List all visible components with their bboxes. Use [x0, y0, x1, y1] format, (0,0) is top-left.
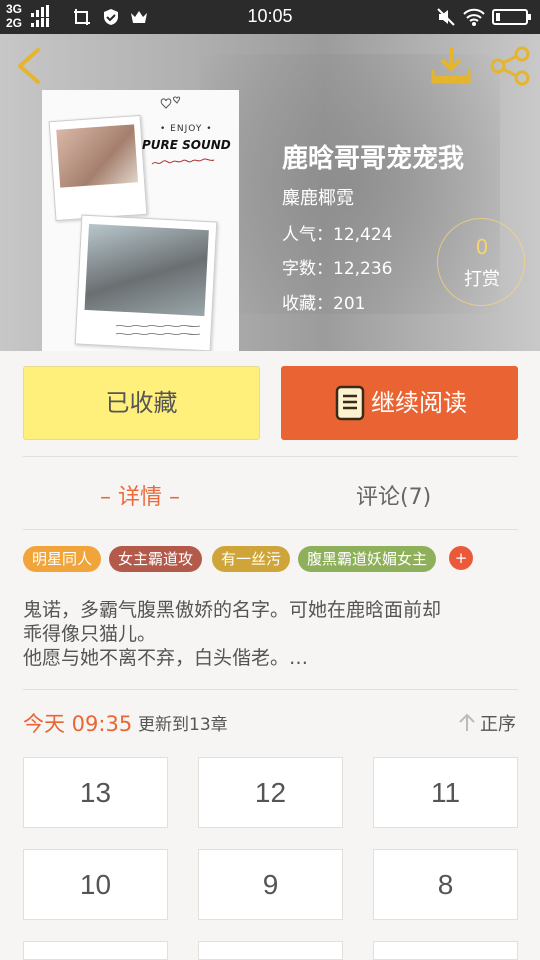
chapter-button-partial[interactable] [198, 941, 343, 960]
mute-icon [437, 8, 455, 26]
description-line: 鬼诺，多霸气腹黑傲娇的名字。可她在鹿晗面前却 [23, 599, 442, 621]
book-cover: • ENJOY • PURE SOUND [42, 90, 239, 351]
divider [23, 529, 518, 530]
chapter-button[interactable]: 8 [373, 849, 518, 920]
tip-label: 打赏 [464, 269, 500, 290]
tip-count: 0 [475, 235, 489, 259]
wifi-icon [463, 8, 485, 26]
cover-pure-sound-text: PURE SOUND [142, 138, 231, 152]
favorites-stat: 收藏：201 [282, 294, 366, 314]
tab-detail[interactable]: – 详情 – [100, 479, 180, 511]
word-count-stat: 字数：12,236 [282, 259, 393, 279]
cover-handwriting [151, 158, 215, 165]
share-icon[interactable] [488, 46, 532, 86]
chapter-button[interactable]: 11 [373, 757, 518, 828]
popularity-stat: 人气：12,424 [282, 225, 393, 245]
continue-reading-button[interactable]: 继续阅读 [281, 366, 518, 440]
description-line: 他愿与她不离不弃，白头偕老。… [23, 647, 309, 669]
clock: 10:05 [247, 6, 293, 26]
tab-comments[interactable]: 评论(7) [356, 479, 431, 511]
chapter-button[interactable]: 13 [23, 757, 168, 828]
more-tags-button[interactable]: + [449, 546, 473, 570]
favorited-button[interactable]: 已收藏 [23, 366, 260, 440]
chapter-button-partial[interactable] [23, 941, 168, 960]
tag-item[interactable]: 有一丝污 [212, 546, 291, 572]
arrow-up-icon [459, 713, 475, 731]
description-line: 乖得像只猫儿。 [23, 623, 157, 645]
download-icon[interactable] [430, 46, 472, 86]
update-info: 更新到13章 [138, 715, 228, 735]
tag-item[interactable]: 腹黑霸道妖媚女主 [298, 546, 437, 572]
book-icon [335, 385, 365, 421]
status-bar: 3G 2G 10:05 [0, 0, 540, 34]
divider [23, 456, 518, 457]
cover-photo-1 [48, 114, 148, 222]
cover-caption-handwriting [115, 325, 201, 335]
battery-icon [492, 9, 531, 25]
chapter-button[interactable]: 12 [198, 757, 343, 828]
cover-enjoy-text: • ENJOY • [160, 124, 213, 134]
book-author[interactable]: 麋鹿椰霓 [282, 184, 354, 210]
book-title: 鹿晗哥哥宠宠我 [282, 144, 465, 174]
tag-item[interactable]: 明星同人 [23, 546, 102, 572]
sort-order-label: 正序 [480, 714, 516, 735]
book-description[interactable]: 鬼诺，多霸气腹黑傲娇的名字。可她在鹿晗面前却 乖得像只猫儿。 他愿与她不离不弃，… [23, 598, 523, 670]
chapter-button-partial[interactable] [373, 941, 518, 960]
tag-item[interactable]: 女主霸道攻 [109, 546, 203, 572]
sort-order-button[interactable]: 正序 [456, 708, 520, 736]
back-arrow-icon[interactable] [12, 46, 48, 86]
divider [23, 689, 518, 690]
continue-reading-label: 继续阅读 [371, 389, 467, 417]
chapter-button[interactable]: 10 [23, 849, 168, 920]
chapter-button[interactable]: 9 [198, 849, 343, 920]
book-header: • ENJOY • PURE SOUND 鹿晗哥哥宠宠我 麋鹿椰霓 人气：12,… [0, 34, 540, 351]
tip-button[interactable]: 0 打赏 [437, 218, 525, 306]
update-time: 今天 09:35 [23, 712, 133, 736]
heart-doodle-icon [160, 96, 181, 109]
